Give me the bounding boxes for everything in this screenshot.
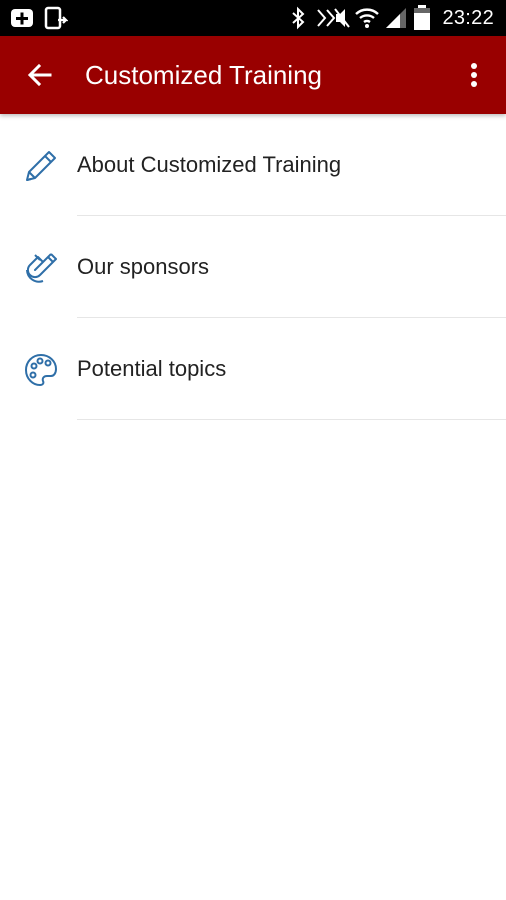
menu-item-label: Potential topics — [77, 356, 227, 381]
overflow-menu-button[interactable] — [456, 55, 492, 95]
page-title: Customized Training — [85, 60, 322, 90]
wifi-icon — [354, 0, 380, 36]
arrow-back-icon — [27, 63, 52, 87]
menu-item-about[interactable]: About Customized Training — [0, 114, 506, 216]
palette-icon — [22, 351, 60, 389]
menu-item-topics[interactable]: Potential topics — [0, 318, 506, 420]
menu-item-sponsors[interactable]: Our sponsors — [0, 216, 506, 318]
magnet-icon — [22, 249, 60, 287]
divider — [77, 419, 506, 420]
status-bar: 23:22 — [0, 0, 506, 36]
menu-item-label: About Customized Training — [77, 152, 342, 177]
pencil-icon — [22, 147, 60, 185]
more-vert-icon — [471, 63, 477, 87]
plus-box-icon — [10, 0, 36, 36]
app-bar: Customized Training — [0, 36, 506, 114]
status-time: 23:22 — [442, 7, 494, 29]
back-button[interactable] — [20, 55, 60, 95]
menu-item-label: Our sponsors — [77, 254, 210, 279]
menu-list: About Customized Training Our sponsors P… — [0, 114, 506, 420]
bluetooth-icon — [290, 0, 306, 36]
mute-icon — [316, 0, 350, 36]
signal-icon — [384, 0, 408, 36]
battery-icon — [412, 0, 432, 36]
screen-share-icon — [44, 0, 68, 36]
